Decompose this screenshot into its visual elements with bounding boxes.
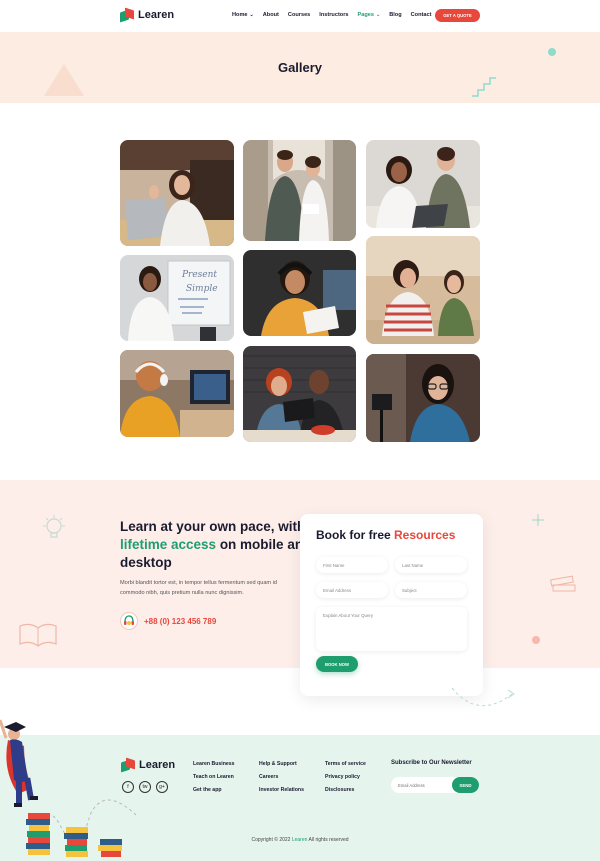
logo-text: Learen [138,9,175,21]
dashed-curve-decor [451,687,515,707]
nav-item-about[interactable]: About [263,12,279,18]
last-name-field[interactable]: Last Name [395,557,467,573]
newsletter-form: SEND [391,777,479,793]
two-students-image [243,140,356,241]
chevron-down-icon: ⌄ [376,12,381,18]
svg-text:Simple: Simple [186,284,218,294]
nav-item-label: Courses [287,12,311,18]
footer-link[interactable]: Help & Support [259,761,304,767]
footer-links-col-1: Learen Business Teach on Learen Get the … [193,761,235,800]
site-header: Learen Home ⌄ About Courses Instructors Pages… [0,0,600,32]
nav-item-instructors[interactable]: Instructors [319,12,348,18]
logo-book-icon [120,7,134,23]
nav-item-pages[interactable]: Pages ⌄ [358,12,381,18]
newsletter-send-button[interactable]: SEND [452,777,479,793]
footer-link[interactable]: Terms of service [325,761,366,767]
footer-link[interactable]: Disclosures [325,787,366,793]
newsletter-title: Subscribe to Our Newsletter [391,760,472,766]
nav-item-home[interactable]: Home ⌄ [232,12,254,18]
svg-text:Present: Present [181,270,217,280]
woman-camera-image [366,354,480,442]
gallery-photo-3[interactable] [366,140,480,228]
nav-item-contact[interactable]: Contact [411,12,432,18]
phone-number[interactable]: +88 (0) 123 456 789 [144,617,216,626]
teacher-whiteboard-image: Present Simple [120,255,234,341]
footer-logo[interactable]: Learen [121,757,176,773]
nav-item-label: Instructors [319,12,349,18]
gallery-photo-2[interactable] [243,140,356,241]
nav-item-label: Contact [410,12,432,18]
facebook-icon[interactable]: f [122,781,134,793]
query-textarea[interactable]: Explain About Your Query [316,607,467,651]
footer-link[interactable]: Privacy policy [325,774,366,780]
decor-dot [548,48,556,56]
footer-link[interactable]: Learen Business [193,761,235,767]
couple-tablet-image [243,346,356,442]
logo-book-icon [121,757,135,773]
gallery-photo-5[interactable] [243,250,356,336]
footer-links-col-2: Help & Support Careers Investor Relation… [259,761,304,800]
get-a-quote-button[interactable]: GET A QUOTE [435,9,480,22]
footer-logo-text: Learen [139,759,176,771]
sparkle-decor-icon [532,514,544,526]
gallery-photo-9[interactable] [366,354,480,442]
decor-dot [532,636,540,644]
gallery-photo-1[interactable] [120,140,234,246]
copyright-text: Copyright © 2022 Learen All rights reser… [251,837,349,843]
page-title: Gallery [277,60,323,75]
google-plus-icon[interactable]: g+ [156,781,168,793]
social-links: f tw g+ [122,781,168,793]
gallery-photo-6[interactable] [366,236,480,344]
learn-description: Morbi blandit tortor est, in tempor tell… [120,580,278,596]
email-field[interactable]: Email Address [316,582,388,598]
chevron-down-icon: ⌄ [249,12,254,18]
photo-gallery: Present Simple [120,140,480,442]
decor-stairs [472,77,496,97]
footer-links-col-3: Terms of service Privacy policy Disclosu… [325,761,366,800]
phone-contact[interactable]: +88 (0) 123 456 789 [120,612,216,630]
headset-icon [120,612,138,630]
subject-field[interactable]: Subject [395,582,467,598]
lightbulb-decor-icon [43,515,65,538]
nav-item-label: Blog [389,12,402,18]
book-now-button[interactable]: BOOK NOW [316,656,358,672]
main-nav: Home ⌄ About Courses Instructors Pages ⌄ Blog Co… [232,12,440,18]
woman-monitor-image [120,350,234,437]
twitter-icon[interactable]: tw [139,781,151,793]
nav-item-label: Home [232,12,248,18]
books-decor-icon [550,575,576,592]
gallery-photo-4[interactable]: Present Simple [120,255,234,341]
open-book-decor-icon [19,623,57,647]
nav-item-blog[interactable]: Blog [389,12,401,18]
footer-link[interactable]: Teach on Learen [193,774,235,780]
newsletter-email-input[interactable] [398,783,453,788]
woman-headphones-image [243,250,356,336]
woman-waving-image [120,140,234,246]
page-banner: Gallery [0,32,600,103]
learn-heading: Learn at your own pace, with lifetime ac… [120,519,312,571]
booking-form-card: Book for free Resources First Name Last … [300,514,483,696]
site-logo[interactable]: Learen [120,7,175,23]
nav-item-label: About [262,12,279,18]
nav-item-label: Pages [357,12,374,18]
form-title: Book for free Resources [316,528,456,542]
mother-daughter-image [366,236,480,344]
footer-link[interactable]: Get the app [193,787,235,793]
footer-link[interactable]: Careers [259,774,304,780]
footer-link[interactable]: Investor Relations [259,787,304,793]
gallery-photo-8[interactable] [243,346,356,442]
graduate-superhero-illustration [0,719,38,807]
nav-item-courses[interactable]: Courses [288,12,310,18]
first-name-field[interactable]: First Name [316,557,388,573]
gallery-photo-7[interactable] [120,350,234,437]
book-stacks-illustration [26,813,122,857]
women-laptop-image [366,140,480,228]
